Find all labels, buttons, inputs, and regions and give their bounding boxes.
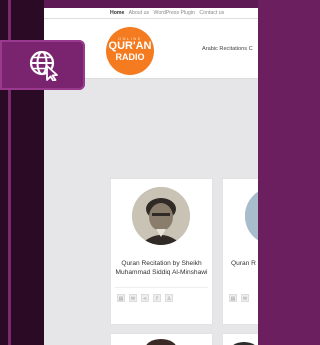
print-icon[interactable]: ▤ (229, 294, 237, 302)
web-browser-badge (0, 40, 85, 90)
user-icon[interactable]: ♙ (165, 294, 173, 302)
site-logo[interactable]: ONLINE QUR'AN RADIO (106, 27, 154, 75)
nav-arabic-recitations[interactable]: Arabic Recitations C (202, 46, 253, 52)
globe-cursor-icon (29, 50, 58, 81)
facebook-icon[interactable]: f (153, 294, 161, 302)
share-icon[interactable]: ⋖ (141, 294, 149, 302)
reciter-photo[interactable] (145, 339, 177, 345)
top-link-contact[interactable]: Contact us (199, 10, 224, 16)
email-icon[interactable]: ✉ (241, 294, 249, 302)
print-icon[interactable]: ▤ (117, 294, 125, 302)
top-link-wordpress[interactable]: WordPress Plugin (154, 10, 195, 16)
top-link-about[interactable]: About us (129, 10, 149, 16)
card-title[interactable]: Quran Recitation by Sheikh Muhammad Sidd… (115, 259, 208, 277)
recitation-card[interactable]: Quran Recitation by Sheikh Muhammad Sidd… (110, 178, 213, 325)
card-divider (115, 287, 208, 288)
top-link-home[interactable]: Home (110, 10, 124, 16)
top-links-bar: Home About us WordPress Plugin Contact u… (44, 8, 258, 19)
card-title[interactable]: Quran R (231, 259, 258, 268)
top-links: Home About us WordPress Plugin Contact u… (110, 10, 227, 16)
recitation-card[interactable]: Quran R ▤ ✉ (222, 178, 258, 325)
logo-line-quran: QUR'AN (108, 40, 152, 52)
recitation-card-next[interactable] (110, 333, 213, 345)
logo-line-radio: RADIO (115, 52, 145, 62)
reciter-photo[interactable] (245, 187, 258, 245)
recitation-card-next[interactable] (222, 333, 258, 345)
email-icon[interactable]: ✉ (129, 294, 137, 302)
reciter-photo[interactable] (132, 187, 190, 245)
